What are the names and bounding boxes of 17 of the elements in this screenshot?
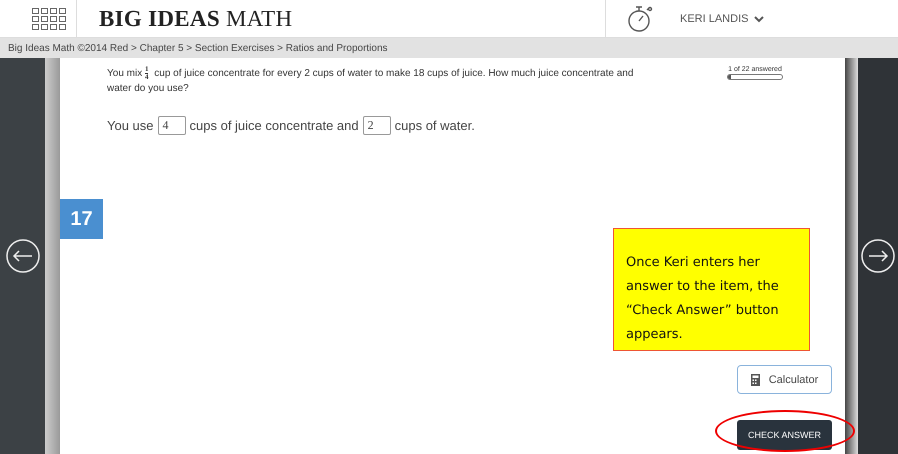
answer-text: cups of juice concentrate and — [190, 118, 359, 134]
user-menu[interactable]: KERI LANDIS — [674, 12, 898, 24]
answer-field[interactable]: 4 — [158, 116, 186, 136]
app-grid-icon[interactable] — [32, 8, 66, 30]
progress-bar — [727, 74, 783, 80]
answer-text: cups of water. — [394, 118, 475, 134]
callout-note: Once Keri enters her answer to the item, the “Check Answer” button appears. — [613, 228, 810, 351]
stopwatch-icon[interactable] — [627, 4, 653, 34]
answer-field[interactable]: 2 — [362, 116, 391, 136]
check-answer-button[interactable]: CHECK ANSWER — [737, 420, 832, 450]
calculator-icon — [750, 374, 760, 386]
answer-text: You use — [107, 118, 154, 134]
item-number: 17 — [60, 199, 103, 240]
logo-text: BIG IDEAS MATH — [99, 6, 292, 30]
chevron-down-icon[interactable] — [754, 14, 764, 22]
breadcrumb: Big Ideas Math ©2014 Red > Chapter 5 > Section Exercises > Ratios and Proportions — [8, 42, 388, 54]
calculator-button[interactable]: Calculator — [737, 365, 832, 394]
